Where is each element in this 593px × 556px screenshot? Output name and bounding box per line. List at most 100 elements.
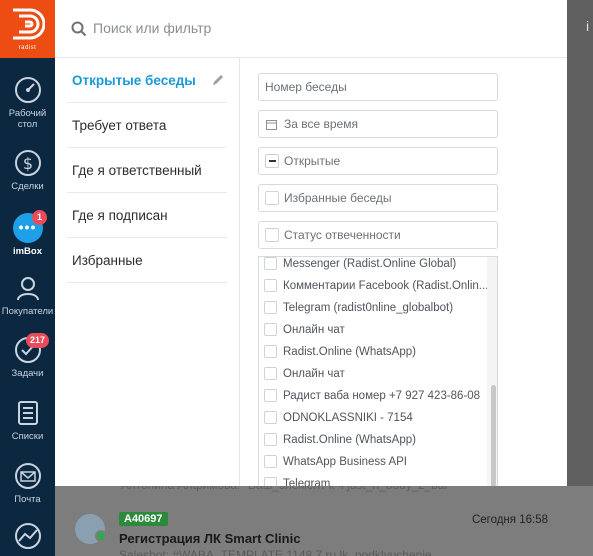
checkbox-icon [264,477,277,486]
list-icon [17,401,38,425]
preset-label: Где я ответственный [72,163,202,178]
filter-presets: Открытые беседы Требует ответа Где я отв… [55,58,240,486]
source-label: Telegram [283,478,331,486]
nav-tasks-label: Задачи [11,368,44,379]
conversation-number-placeholder: Номер беседы [265,80,347,94]
whatsapp-status-icon [95,530,107,542]
nav-lists[interactable]: Списки [0,398,55,442]
tasks-badge: 217 [26,333,50,348]
nav-lists-label: Списки [11,431,44,442]
right-edge-strip: i [567,0,593,486]
source-label: Радист ваба номер +7 927 423-86-08 [283,390,481,402]
checkbox-icon [264,455,277,468]
conversation-number-input[interactable]: Номер беседы [258,73,498,101]
mail-icon [14,463,41,489]
dollar-icon: $ [14,150,41,176]
scrollbar-thumb[interactable] [491,385,496,486]
filter-panel: Поиск или фильтр Открытые беседы Требует… [55,0,567,486]
source-list[interactable]: Messenger (Radist.Online Global) Коммент… [258,256,498,486]
preset-favorites[interactable]: Избранные [67,238,227,283]
source-item[interactable]: Radist.Online (WhatsApp) [259,341,487,363]
search-input[interactable]: Поиск или фильтр [93,20,211,36]
source-item[interactable]: Комментарии Facebook (Radist.Onlin... [259,275,487,297]
buyers-icon [16,277,39,301]
checkbox-icon [264,279,277,292]
source-label: Telegram (radist0nline_globalbot) [283,302,454,314]
search-icon [71,21,87,37]
nav-buyers-label: Покупатели [1,306,54,317]
checkbox-icon [264,323,277,336]
nav-dashboard[interactable]: Рабочий стол [0,75,55,130]
source-item[interactable]: WhatsApp Business API [259,451,487,473]
nav-analytics[interactable] [0,521,55,554]
search-bar[interactable]: Поиск или фильтр [55,0,567,58]
open-filter-label: Открытые [284,154,341,168]
checkbox-icon [264,367,277,380]
reply-status-label: Статус отвеченности [284,228,401,242]
reply-status-checkbox[interactable]: Статус отвеченности [258,221,498,249]
source-item[interactable]: Telegram (radist0nline_globalbot) [259,297,487,319]
source-item[interactable]: Онлайн чат [259,319,487,341]
source-label: WhatsApp Business API [283,456,408,468]
source-label: Messenger (Radist.Online Global) [283,258,457,270]
app-sidebar: radist Рабочий стол $ Сделки ••• imBox 1… [0,0,55,556]
date-range-label: За все время [284,117,358,131]
nav-deals-label: Сделки [11,181,44,192]
nav-imbox-label: imBox [12,246,43,257]
preset-responsible[interactable]: Где я ответственный [67,148,227,193]
calendar-icon [266,120,277,130]
checkbox-icon [264,389,277,402]
nav-dashboard-label-1: Рабочий [8,108,47,119]
chat-title: Регистрация ЛК Smart Clinic [119,531,301,546]
checkbox-icon [264,257,277,270]
favorites-checkbox[interactable]: Избранные беседы [258,184,498,212]
checkbox-icon [264,433,277,446]
source-item[interactable]: Онлайн чат [259,363,487,385]
nav-deals[interactable]: $ Сделки [0,148,55,192]
favorites-label: Избранные беседы [284,191,392,205]
chat-time: Сегодня 16:58 [471,514,548,526]
preset-needs-reply[interactable]: Требует ответа [67,103,227,148]
source-label: Radist.Online (WhatsApp) [283,346,416,358]
svg-text:$: $ [22,154,32,173]
source-label: ODNOKLASSNIKI - 7154 [283,412,413,424]
source-item[interactable]: Радист ваба номер +7 927 423-86-08 [259,385,487,407]
chat-id-tag: A40697 [119,512,168,526]
preset-subscribed[interactable]: Где я подписан [67,193,227,238]
source-label: Radist.Online (WhatsApp) [283,434,416,446]
checkbox-icon [264,301,277,314]
source-label: Онлайн чат [283,324,345,336]
checkbox-icon [264,411,277,424]
preset-label: Где я подписан [72,208,168,223]
checkbox-icon [264,345,277,358]
preset-label: Требует ответа [72,118,167,133]
indeterminate-checkbox-icon [265,154,279,168]
brand-text: radist [18,45,37,51]
imbox-badge: 1 [32,210,47,225]
nav-dashboard-label-2: стол [17,119,38,130]
pencil-icon[interactable] [211,73,225,87]
preset-open-conversations[interactable]: Открытые беседы [67,58,227,103]
source-item[interactable]: ODNOKLASSNIKI - 7154 [259,407,487,429]
nav-buyers[interactable]: Покупатели [0,273,55,317]
background-chat-item[interactable]: Антонина Алфимова: "Ваш_элемент к ч just… [55,478,593,556]
source-item[interactable]: Messenger (Radist.Online Global) [259,257,487,275]
nav-mail[interactable]: Почта [0,461,55,505]
nav-mail-label: Почта [14,494,41,505]
open-filter-checkbox[interactable]: Открытые [258,147,498,175]
source-item[interactable]: Radist.Online (WhatsApp) [259,429,487,451]
logo-mark-icon [13,8,45,40]
source-item[interactable]: Telegram [259,473,487,486]
dashboard-gauge-icon [14,77,41,103]
source-label: Онлайн чат [283,368,345,380]
brand-logo[interactable]: radist [0,0,55,58]
analytics-icon [14,523,41,549]
date-range-select[interactable]: За все время [258,110,498,138]
checkbox-icon [265,228,279,242]
checkbox-icon [265,191,279,205]
nav-tasks[interactable]: Задачи 217 [0,333,55,379]
chat-snippet: Salesbot: #WABA_TEMPLATE 1148 7 ru lk_po… [119,548,432,556]
source-label: Комментарии Facebook (Radist.Onlin... [283,280,487,292]
preset-label: Избранные [72,253,143,268]
nav-imbox[interactable]: ••• imBox 1 [0,210,55,257]
